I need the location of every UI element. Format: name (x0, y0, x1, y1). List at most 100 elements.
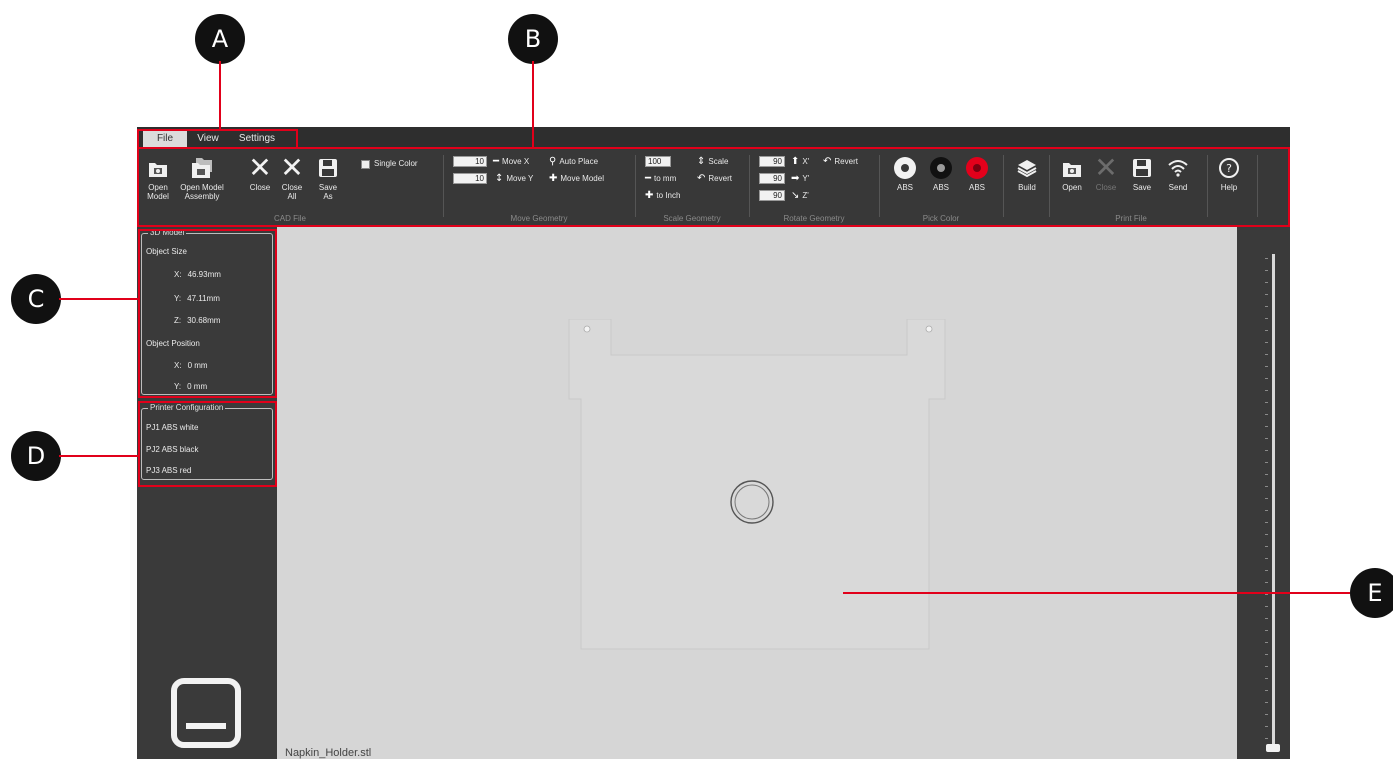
layers-icon (1014, 155, 1040, 181)
slider-tick (1265, 318, 1268, 319)
red-spool-icon (964, 155, 990, 181)
move-y-label: Move Y (506, 174, 534, 183)
ribbon-separator (749, 155, 750, 217)
slider-tick (1265, 498, 1268, 499)
pick-color-group-label: Pick Color (922, 214, 960, 223)
close-model-button[interactable]: ✕ Close (245, 154, 275, 193)
move-y-button[interactable]: ↕ Move Y (495, 173, 533, 184)
slider-tick (1265, 438, 1268, 439)
tab-settings[interactable]: Settings (231, 130, 283, 147)
slider-tick (1265, 426, 1268, 427)
ribbon-separator (443, 155, 444, 217)
scale-revert-button[interactable]: ↶ Revert (697, 173, 732, 184)
help-button[interactable]: ? Help (1213, 155, 1245, 192)
callout-b-leader (532, 61, 534, 147)
rotate-geometry-group-label: Rotate Geometry (783, 214, 845, 223)
move-model-label: Move Model (560, 174, 604, 183)
rotate-z-label: Z' (802, 191, 809, 200)
rotate-y-input[interactable]: 90 (759, 173, 785, 184)
close-all-button[interactable]: ✕ Close All (277, 154, 307, 202)
screenshot-root: A B C D E File View Settings Open Model (0, 0, 1393, 759)
move-x-input[interactable]: 10 (453, 156, 487, 167)
slider-tick (1265, 630, 1268, 631)
color-swatch-red[interactable]: ABS (961, 155, 993, 192)
printer-config-item: PJ3 ABS red (146, 466, 192, 475)
slider-tick (1265, 606, 1268, 607)
print-save-button[interactable]: Save (1127, 155, 1157, 192)
scale-button[interactable]: ⇕ Scale (697, 156, 728, 167)
undo-icon: ↶ (823, 156, 832, 167)
save-as-button[interactable]: Save As (313, 155, 343, 201)
open-model-button[interactable]: Open Model (141, 155, 175, 201)
printer-icon[interactable] (170, 677, 242, 749)
cad-file-group-label: CAD File (273, 214, 306, 223)
rotate-z-input[interactable]: 90 (759, 190, 785, 201)
model-info-panel: 3D Model Object Size X: 46.93mm Y: 47.11mm… (141, 228, 273, 395)
move-x-label: Move X (502, 157, 530, 166)
slider-tick (1265, 342, 1268, 343)
slider-tick (1265, 558, 1268, 559)
scale-input[interactable]: 100 (645, 156, 671, 167)
build-label: Build (1018, 183, 1036, 192)
move-y-input[interactable]: 10 (453, 173, 487, 184)
slider-tick (1265, 618, 1268, 619)
group-rotate-geometry: 90 90 90 ⬆ X' ➡ Y' ↘ Z' ↶ Revert Rotate Geom… (751, 151, 877, 223)
arrow-vertical-icon: ↕ (495, 173, 504, 184)
black-spool-icon (928, 155, 954, 181)
folder-icon (1059, 155, 1085, 181)
open-model-assembly-label: Open Model Assembly (180, 183, 224, 201)
rotate-x-button[interactable]: ⬆ X' (791, 156, 809, 167)
to-mm-button[interactable]: ━ to mm (645, 173, 676, 184)
rotate-x-input[interactable]: 90 (759, 156, 785, 167)
build-button[interactable]: Build (1011, 155, 1043, 192)
slider-tick (1265, 486, 1268, 487)
print-close-button[interactable]: ✕ Close (1091, 151, 1121, 193)
single-color-checkbox[interactable] (361, 160, 370, 169)
object-size-title: Object Size (146, 247, 187, 256)
layer-slider-thumb[interactable] (1266, 744, 1280, 752)
minus-icon: ━ (645, 173, 652, 184)
scale-geometry-group-label: Scale Geometry (663, 214, 721, 223)
size-y-value: 47.11mm (187, 294, 220, 303)
auto-place-button[interactable]: ⚲ Auto Place (549, 156, 598, 167)
close-icon: ✕ (1094, 151, 1118, 184)
move-x-button[interactable]: ━ Move X (493, 156, 529, 167)
move-model-button[interactable]: ✚ Move Model (549, 173, 604, 184)
slider-tick (1265, 282, 1268, 283)
tab-view[interactable]: View (189, 130, 227, 147)
app-window: File View Settings Open Model Open Model (137, 127, 1290, 759)
print-send-button[interactable]: Send (1163, 155, 1193, 192)
folder-icon (145, 155, 171, 181)
color-swatch-white[interactable]: ABS (889, 155, 921, 192)
group-cad-file: Open Model Open Model Assembly ✕ Close ✕… (137, 151, 443, 224)
rotate-arrow-icon: ↘ (791, 190, 800, 201)
slider-tick (1265, 450, 1268, 451)
right-panel (1237, 226, 1290, 759)
callout-e-leader (843, 592, 1350, 594)
3d-viewport[interactable]: Napkin_Holder.stl (277, 226, 1237, 759)
color-swatch-black[interactable]: ABS (925, 155, 957, 192)
scale-icon: ⇕ (697, 156, 706, 167)
to-inch-button[interactable]: ✚ to Inch (645, 190, 680, 201)
scale-label: Scale (708, 157, 729, 166)
ribbon-separator (635, 155, 636, 217)
ribbon-separator (1257, 155, 1258, 217)
print-file-group-label: Print File (1115, 214, 1147, 223)
rotate-revert-button[interactable]: ↶ Revert (823, 156, 858, 167)
slider-tick (1265, 474, 1268, 475)
callout-c-leader (59, 298, 138, 300)
size-x-row: X: 46.93mm (174, 270, 221, 279)
group-build: Build (1005, 151, 1049, 223)
map-pin-icon: ⚲ (549, 156, 557, 167)
open-model-assembly-button[interactable]: Open Model Assembly (177, 155, 227, 201)
slider-tick (1265, 714, 1268, 715)
tab-file[interactable]: File (143, 130, 187, 147)
print-open-button[interactable]: Open (1057, 155, 1087, 192)
printer-config-legend: Printer Configuration (148, 403, 226, 412)
callout-a-leader (219, 61, 221, 129)
rotate-y-button[interactable]: ➡ Y' (791, 173, 809, 184)
svg-text:?: ? (1226, 162, 1232, 175)
layer-slider-track[interactable] (1272, 254, 1275, 749)
floppy-disk-icon (1129, 155, 1155, 181)
rotate-z-button[interactable]: ↘ Z' (791, 190, 809, 201)
